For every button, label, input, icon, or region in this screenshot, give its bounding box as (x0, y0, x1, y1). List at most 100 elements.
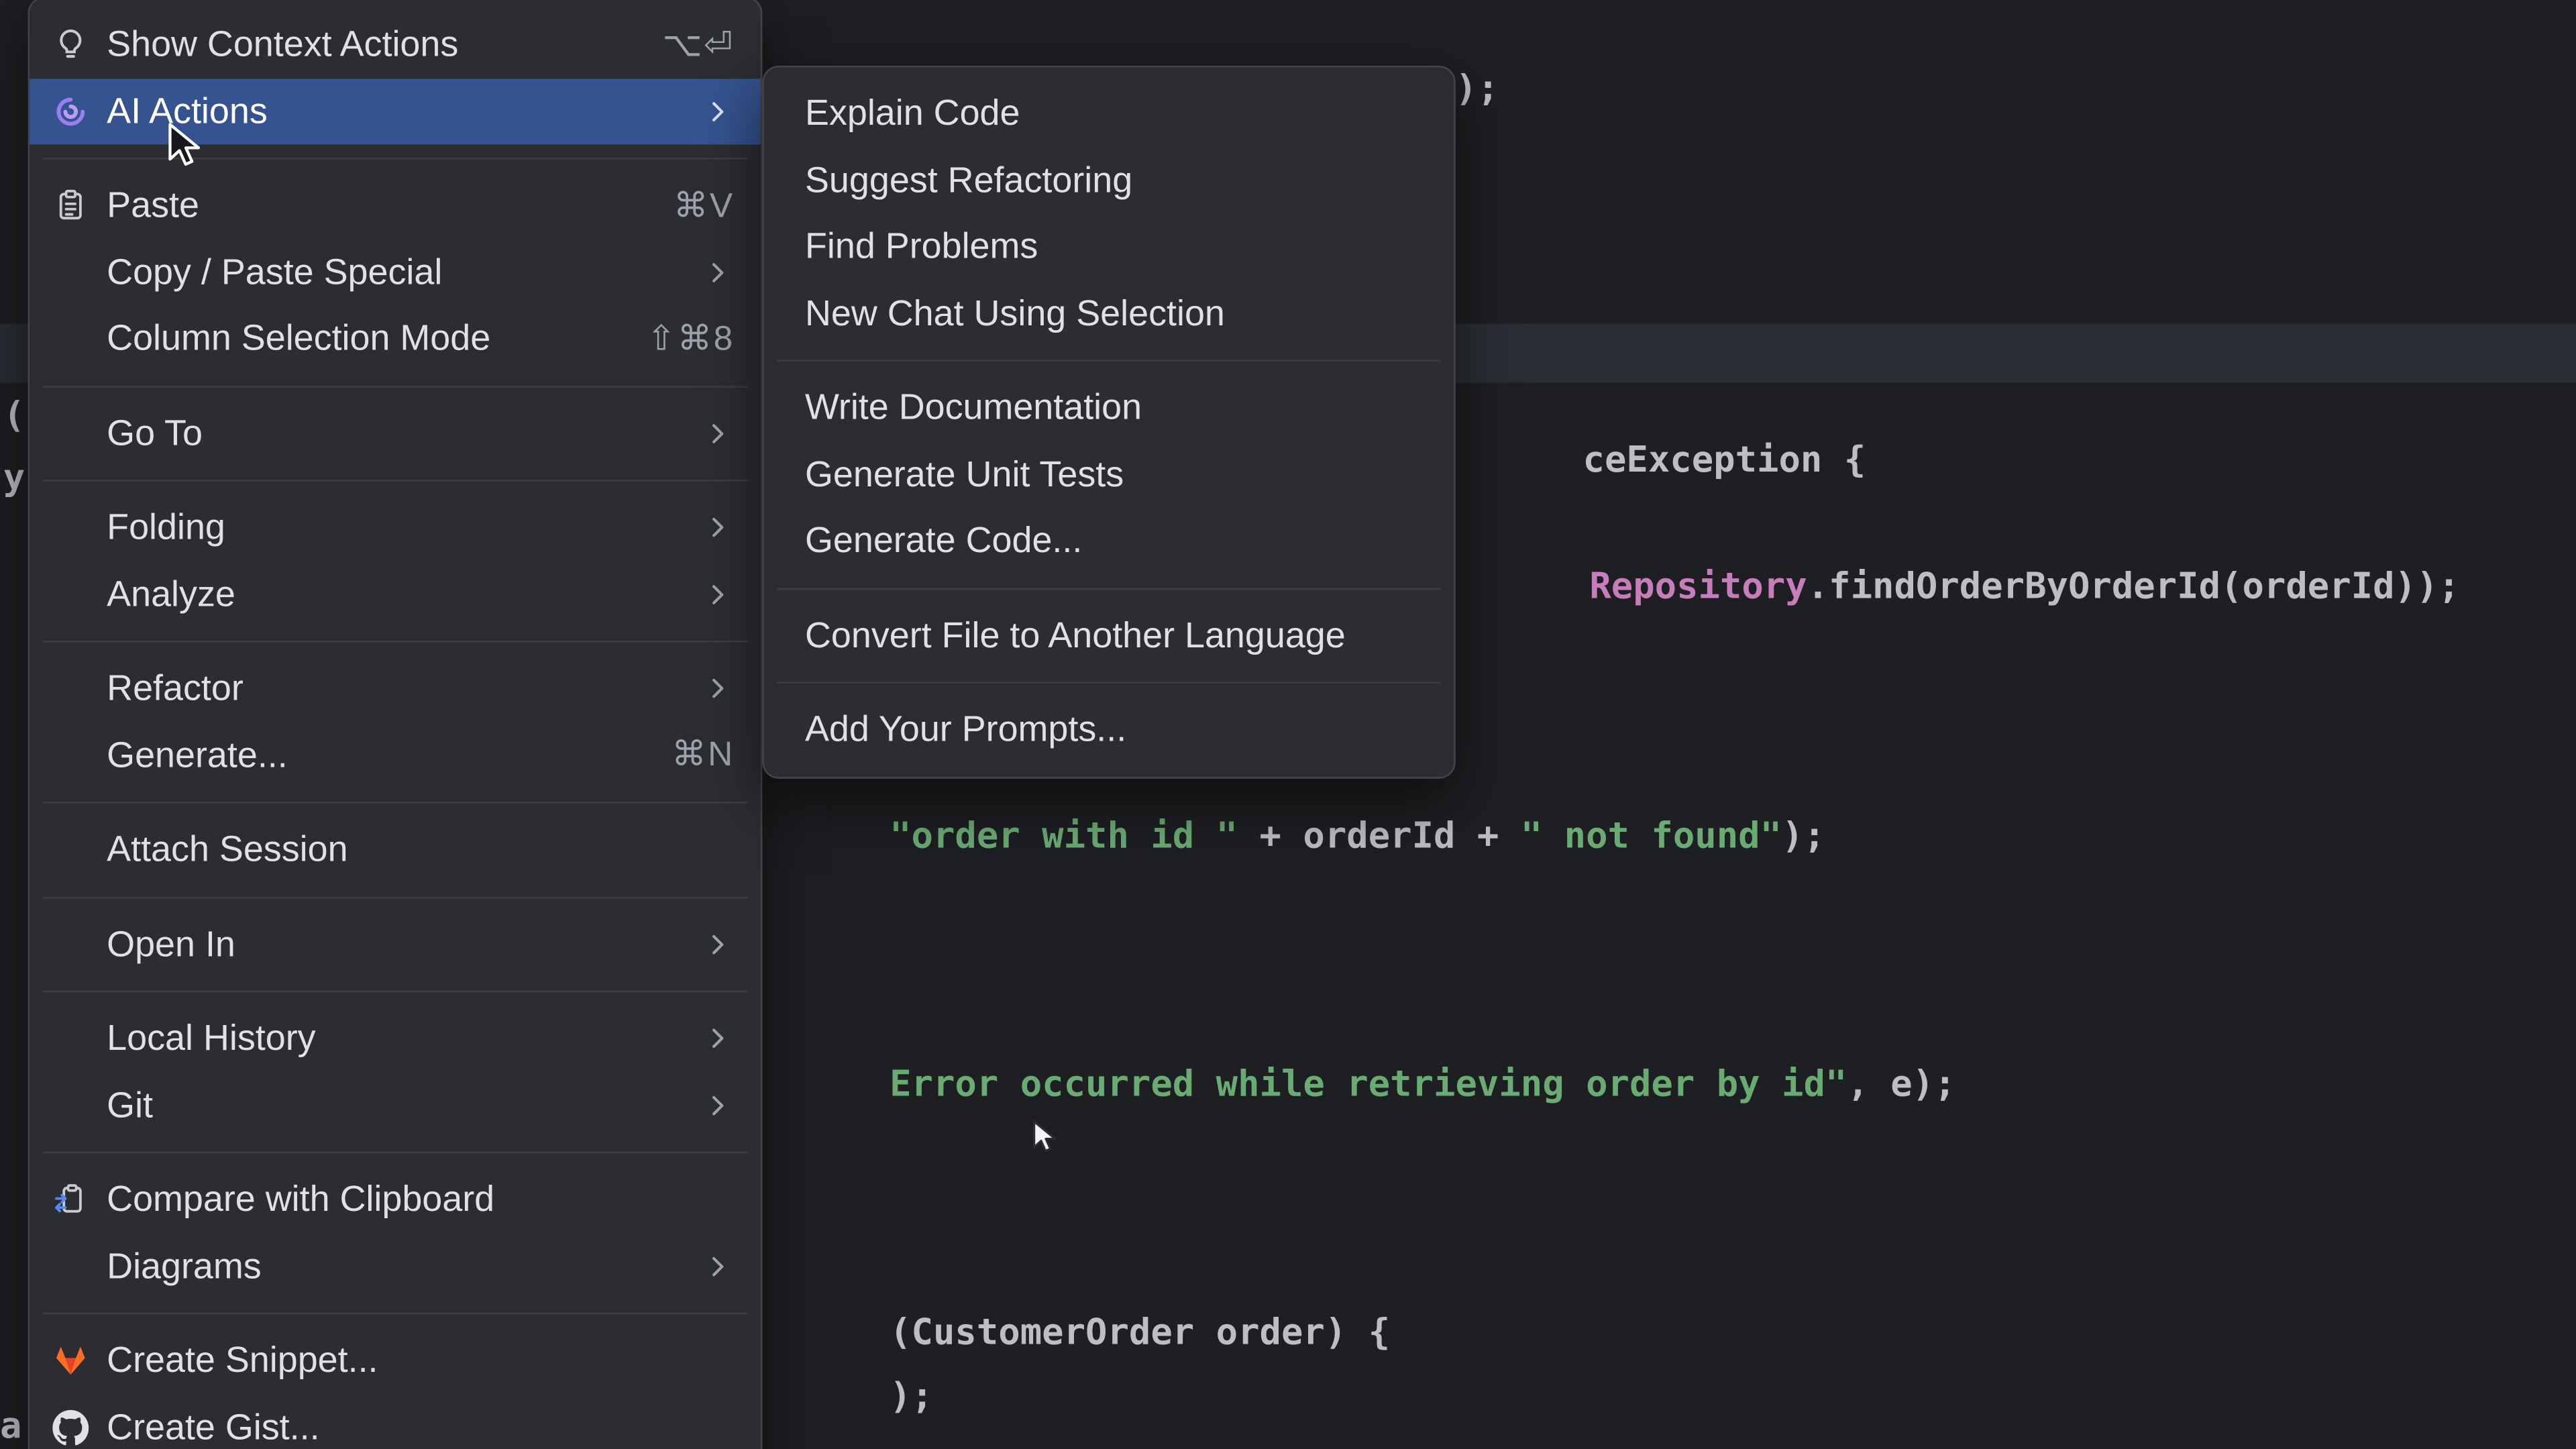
submenu-item-explain-code[interactable]: Explain Code (764, 80, 1454, 147)
menu-item-label: Generate... (107, 734, 288, 777)
code-segment: Error occurred while retrieving order by… (890, 1065, 1847, 1106)
submenu-arrow-icon (702, 672, 735, 705)
code-line: ); (759, 1329, 933, 1449)
menu-item-label: Show Context Actions (107, 23, 458, 66)
icon-spacer (51, 576, 89, 613)
icon-spacer (51, 509, 89, 547)
submenu-arrow-icon (702, 1250, 735, 1283)
menu-item-label: AI Actions (107, 90, 268, 133)
menu-item-copy-paste-special[interactable]: Copy / Paste Special (30, 239, 761, 305)
code-segment: .findOrderByOrderId(orderId)); (1807, 567, 2460, 608)
menu-item-refactor[interactable]: Refactor (30, 655, 761, 722)
menu-item-label: Paste (107, 184, 199, 227)
menu-item-label: Diagrams (107, 1245, 262, 1288)
lightbulb-icon (51, 26, 89, 64)
menu-item-paste[interactable]: Paste ⌘V (30, 172, 761, 239)
code-segment: + orderId + (1238, 816, 1521, 857)
icon-spacer (51, 320, 89, 358)
menu-separator (43, 385, 748, 386)
menu-item-attach-session[interactable]: Attach Session (30, 816, 761, 883)
menu-item-label: Git (107, 1084, 153, 1127)
menu-item-open-in[interactable]: Open In (30, 911, 761, 977)
menu-item-label: Attach Session (107, 828, 347, 871)
code-segment: " not found" (1521, 816, 1782, 857)
menu-item-go-to[interactable]: Go To (30, 400, 761, 466)
menu-item-ai-actions[interactable]: AI Actions (30, 78, 761, 144)
submenu-item-suggest-refactoring[interactable]: Suggest Refactoring (764, 147, 1454, 213)
compare-clipboard-icon (51, 1181, 89, 1218)
menu-item-show-context-actions[interactable]: Show Context Actions ⌥⏎ (30, 11, 761, 78)
code-segment: a (0, 1406, 21, 1447)
menu-separator (43, 896, 748, 898)
menu-shortcut: ⌥⏎ (662, 24, 734, 65)
submenu-arrow-icon (702, 95, 735, 127)
code-fragment: y (3, 457, 25, 503)
menu-item-label: Column Selection Mode (107, 317, 490, 360)
menu-item-label: Refactor (107, 667, 244, 710)
menu-item-label: Folding (107, 506, 225, 549)
icon-spacer (51, 415, 89, 452)
submenu-item-add-your-prompts[interactable]: Add Your Prompts... (764, 696, 1454, 763)
editor-context-menu: Show Context Actions ⌥⏎ AI Actions (28, 0, 763, 1449)
code-line: Error occurred while retrieving order by… (759, 1017, 1955, 1155)
ai-actions-submenu: Explain Code Suggest Refactoring Find Pr… (762, 66, 1455, 778)
submenu-item-convert-file-to-another-language[interactable]: Convert File to Another Language (764, 602, 1454, 669)
code-segment: ); (890, 1377, 933, 1417)
menu-item-local-history[interactable]: Local History (30, 1006, 761, 1072)
ide-screen: .getLog(OrderService.class); ceException… (0, 0, 2576, 1449)
submenu-arrow-icon (702, 928, 735, 961)
submenu-arrow-icon (702, 417, 735, 449)
menu-item-label: Add Your Prompts... (805, 708, 1126, 751)
menu-separator (777, 588, 1440, 589)
menu-item-analyze[interactable]: Analyze (30, 561, 761, 627)
menu-item-folding[interactable]: Folding (30, 494, 761, 561)
menu-item-git[interactable]: Git (30, 1072, 761, 1138)
menu-shortcut: ⌘V (674, 185, 735, 226)
code-line: "order with id " + orderId + " not found… (759, 769, 1825, 907)
code-segment: "order with id " (890, 816, 1238, 857)
menu-item-create-gist[interactable]: Create Gist... (30, 1394, 761, 1449)
submenu-arrow-icon (702, 1089, 735, 1122)
submenu-arrow-icon (702, 578, 735, 610)
code-segment: Repository (1589, 567, 1807, 608)
menu-item-label: Generate Code... (805, 519, 1082, 562)
submenu-item-generate-code[interactable]: Generate Code... (764, 508, 1454, 574)
code-segment: ceException { (1583, 440, 1866, 481)
menu-item-label: Write Documentation (805, 386, 1142, 429)
menu-separator (43, 480, 748, 481)
menu-item-column-selection-mode[interactable]: Column Selection Mode ⇧⌘8 (30, 306, 761, 372)
icon-spacer (51, 1086, 89, 1124)
icon-spacer (51, 1020, 89, 1057)
menu-item-label: New Chat Using Selection (805, 292, 1225, 335)
menu-shortcut: ⇧⌘8 (647, 318, 734, 359)
menu-item-generate[interactable]: Generate... ⌘N (30, 722, 761, 788)
code-line: Repository.findOrderByOrderId(orderId)); (1459, 519, 2460, 657)
menu-separator (777, 682, 1440, 683)
submenu-arrow-icon (702, 511, 735, 544)
icon-spacer (51, 254, 89, 291)
code-fragment: ( (3, 394, 25, 441)
code-segment: ); (1456, 69, 1499, 110)
menu-item-label: Analyze (107, 573, 235, 616)
menu-item-label: Local History (107, 1018, 315, 1061)
code-line: ceException { (1452, 392, 1866, 531)
submenu-item-generate-unit-tests[interactable]: Generate Unit Tests (764, 441, 1454, 508)
code-segment: (CustomerOrder order) { (890, 1313, 1390, 1354)
menu-item-label: Create Snippet... (107, 1340, 378, 1383)
icon-spacer (51, 1247, 89, 1285)
menu-item-label: Convert File to Another Language (805, 614, 1346, 657)
menu-item-diagrams[interactable]: Diagrams (30, 1233, 761, 1299)
menu-item-create-snippet[interactable]: Create Snippet... (30, 1328, 761, 1394)
code-fragment: a (0, 1405, 21, 1449)
menu-item-label: Create Gist... (107, 1406, 319, 1449)
menu-item-label: Go To (107, 412, 203, 455)
menu-separator (43, 1152, 748, 1153)
menu-item-label: Generate Unit Tests (805, 453, 1124, 496)
ai-icon (51, 93, 89, 130)
submenu-item-write-documentation[interactable]: Write Documentation (764, 374, 1454, 441)
icon-spacer (51, 670, 89, 708)
menu-item-label: Copy / Paste Special (107, 251, 442, 294)
menu-item-compare-with-clipboard[interactable]: Compare with Clipboard (30, 1167, 761, 1233)
submenu-item-new-chat-using-selection[interactable]: New Chat Using Selection (764, 280, 1454, 347)
submenu-item-find-problems[interactable]: Find Problems (764, 213, 1454, 280)
